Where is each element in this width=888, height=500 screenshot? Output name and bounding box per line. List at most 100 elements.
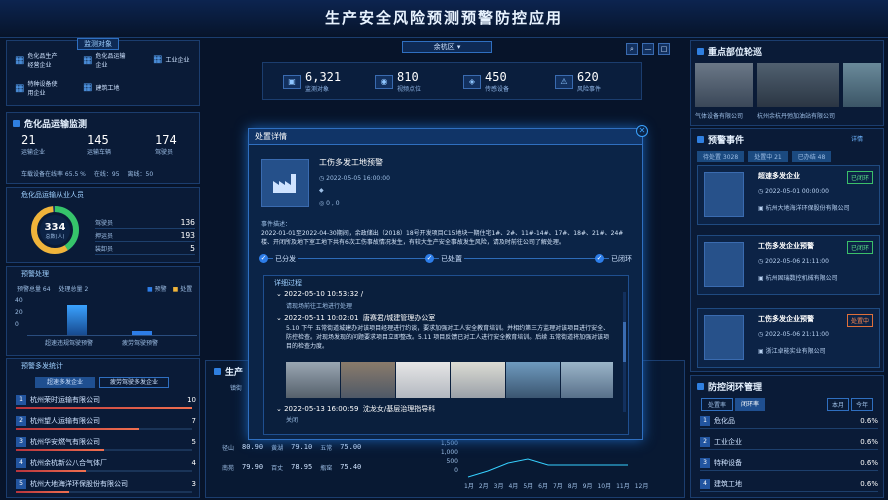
rank-row[interactable]: 2 杭州望人运输有限公司 7 bbox=[16, 413, 196, 428]
rank-number: 4 bbox=[16, 457, 26, 468]
month-tick: 9月 bbox=[582, 483, 593, 490]
object-item[interactable]: ▦ 特种设备使用企业 bbox=[15, 79, 61, 97]
site-photo[interactable] bbox=[396, 362, 450, 398]
filter-pending[interactable]: 待处置 3028 bbox=[697, 151, 745, 162]
factory-icon bbox=[261, 159, 309, 207]
tab-close-rate[interactable]: 闭环率 bbox=[735, 398, 766, 411]
online-rate-row: 车载设备在线率 65.5 % 在线：95 离线：50 bbox=[21, 169, 153, 178]
panel-title: 重点部位轮巡 bbox=[697, 45, 762, 58]
video-point-icon: ◉ bbox=[375, 74, 393, 89]
tab-fatigue[interactable]: 疲劳驾驶多发企业 bbox=[99, 377, 169, 388]
stat-label: 视频点位 bbox=[397, 86, 422, 93]
month-tick: 5月 bbox=[523, 483, 534, 490]
rank-bar-fill bbox=[16, 491, 69, 493]
status-badge: 已闭环 bbox=[846, 171, 873, 184]
offline-count: 离线：50 bbox=[127, 171, 154, 178]
region-select[interactable]: 余杭区 ▾ bbox=[402, 41, 492, 53]
log-text: 5.10 下午 五常街道城建办对该项目经理进行约谈，要求加强对工人安全教育培训。… bbox=[286, 325, 610, 350]
rank-number: 1 bbox=[700, 415, 710, 426]
category-name: 工业企业 bbox=[714, 437, 742, 446]
camera-feed[interactable] bbox=[843, 63, 881, 107]
rank-number: 5 bbox=[16, 478, 26, 489]
bar-overspeed-warning bbox=[67, 305, 87, 335]
detail-link[interactable]: 详情 bbox=[851, 134, 863, 143]
camera-label: 杭州余杭丹弛加油站有限公司 bbox=[757, 113, 836, 120]
stat-monitor-objects[interactable]: ▣ 6,321 监测对象 bbox=[283, 70, 341, 93]
step-label: 已分发 bbox=[273, 254, 298, 264]
rank-number: 2 bbox=[16, 415, 26, 426]
camera-feed[interactable] bbox=[757, 63, 839, 107]
month-tick: 11月 bbox=[616, 483, 630, 490]
event-card[interactable]: 工伤多发企业预警 已闭环 ◷ 2022-05-06 21:11:00 ▣ 杭州固… bbox=[697, 235, 880, 295]
camera-feed[interactable] bbox=[695, 63, 753, 107]
object-item[interactable]: ▦ 危化品运输企业 bbox=[83, 51, 129, 69]
transport-stat[interactable]: 174 驾驶员 bbox=[155, 133, 177, 156]
search-icon[interactable]: ⌕ bbox=[626, 43, 638, 55]
minimize-icon[interactable]: — bbox=[642, 43, 654, 55]
check-icon: ✓ bbox=[259, 254, 268, 263]
staff-row: 装卸员 5 bbox=[95, 244, 195, 255]
truck-icon: ▦ bbox=[83, 54, 93, 66]
rank-row[interactable]: 3 杭州华安燃气有限公司 5 bbox=[16, 434, 196, 449]
event-org: ▣ 浙江卓能实业有限公司 bbox=[758, 348, 826, 355]
site-photo[interactable] bbox=[506, 362, 560, 398]
site-photo[interactable] bbox=[561, 362, 613, 398]
stat-label: 监测对象 bbox=[305, 86, 330, 93]
month-tick: 6月 bbox=[538, 483, 548, 490]
loop-row[interactable]: 1 危化品 0.6% bbox=[700, 413, 878, 429]
rate-value: 0.6% bbox=[860, 416, 878, 425]
close-icon[interactable]: ✕ bbox=[636, 125, 648, 137]
site-photo[interactable] bbox=[451, 362, 505, 398]
stat-value: 6,321 bbox=[305, 70, 342, 84]
loop-row[interactable]: 2 工业企业 0.6% bbox=[700, 434, 878, 450]
event-time: ◷ 2022-05-06 21:11:00 bbox=[758, 331, 829, 338]
month-tick: 12月 bbox=[634, 483, 649, 490]
rank-bar-fill bbox=[16, 449, 104, 451]
transport-stat[interactable]: 21 运输企业 bbox=[21, 133, 45, 156]
site-photo[interactable] bbox=[341, 362, 395, 398]
factory-icon bbox=[704, 172, 744, 217]
filter-processing[interactable]: 处置中 21 bbox=[748, 151, 788, 162]
object-item[interactable]: ▦ 工业企业 bbox=[153, 54, 189, 65]
rate-value: 0.6% bbox=[860, 437, 878, 446]
rank-row[interactable]: 4 杭州余杭新公八合气体厂 4 bbox=[16, 455, 196, 470]
stat-video-points[interactable]: ◉ 810 视频点位 bbox=[375, 70, 421, 93]
transport-stat[interactable]: 145 运输车辆 bbox=[87, 133, 111, 156]
check-icon: ✓ bbox=[425, 254, 434, 263]
tab-year[interactable]: 今年 bbox=[851, 398, 874, 411]
category-name: 建筑工地 bbox=[714, 479, 742, 488]
loop-row[interactable]: 3 特种设备 0.6% bbox=[700, 455, 878, 471]
object-item[interactable]: ▦ 建筑工地 bbox=[83, 82, 119, 93]
company-name: 杭州荣时运输有限公司 bbox=[30, 395, 100, 404]
tab-month[interactable]: 本月 bbox=[827, 398, 850, 411]
event-title: 工伤多发企业预警 bbox=[758, 315, 814, 323]
rank-row[interactable]: 5 杭州大地海洋环保股份有限公司 3 bbox=[16, 476, 196, 491]
log-text: 关闭 bbox=[286, 417, 299, 424]
warning-totals: 预警总量 64 处理总量 2 bbox=[17, 284, 88, 293]
panel-title: 预警事件 bbox=[697, 133, 744, 146]
scrollbar[interactable] bbox=[623, 292, 626, 412]
object-item[interactable]: ▦ 危化品生产经营企业 bbox=[15, 51, 61, 69]
top-stats-bar: ▣ 6,321 监测对象 ◉ 810 视频点位 ◈ 450 传感设备 ⚠ 620 风险事… bbox=[262, 62, 642, 100]
construction-icon: ▦ bbox=[83, 82, 93, 93]
site-photo[interactable] bbox=[286, 362, 340, 398]
camera-label: 气体设备有限公司 bbox=[695, 113, 744, 120]
event-card[interactable]: 超速多发企业 已闭环 ◷ 2022-05-01 00:00:00 ▣ 杭州大地海… bbox=[697, 165, 880, 225]
tab-dispose-rate[interactable]: 处置率 bbox=[701, 398, 734, 411]
tab-town[interactable]: 镇街 bbox=[230, 383, 242, 392]
loop-row[interactable]: 4 建筑工地 0.6% bbox=[700, 476, 878, 492]
fullscreen-icon[interactable]: □ bbox=[658, 43, 670, 55]
log-time: ⌄ 2022-05-13 16:00:59 沈龙女/基层治理指导科 bbox=[276, 405, 436, 413]
stat-risk-events[interactable]: ⚠ 620 风险事件 bbox=[555, 70, 601, 93]
tab-overspeed[interactable]: 超速多发企业 bbox=[35, 377, 95, 388]
header-tools: ⌕ — □ bbox=[626, 43, 670, 55]
event-card[interactable]: 工伤多发企业预警 处置中 ◷ 2022-05-06 21:11:00 ▣ 浙江卓… bbox=[697, 308, 880, 368]
period-tabs: 本月 今年 bbox=[827, 398, 874, 411]
stat-label: 风险事件 bbox=[577, 86, 602, 93]
month-tick: 1月 bbox=[464, 483, 474, 490]
staff-panel: 危化品运输从业人员 334 总数(人) 驾驶员 136 押运员 193 装卸员 5 bbox=[6, 187, 200, 263]
rank-row[interactable]: 1 杭州荣时运输有限公司 10 bbox=[16, 392, 196, 407]
stat-sensor-devices[interactable]: ◈ 450 传感设备 bbox=[463, 70, 509, 93]
panel-title: 预警多发统计 bbox=[21, 362, 63, 370]
filter-closed[interactable]: 已办结 48 bbox=[791, 151, 832, 162]
